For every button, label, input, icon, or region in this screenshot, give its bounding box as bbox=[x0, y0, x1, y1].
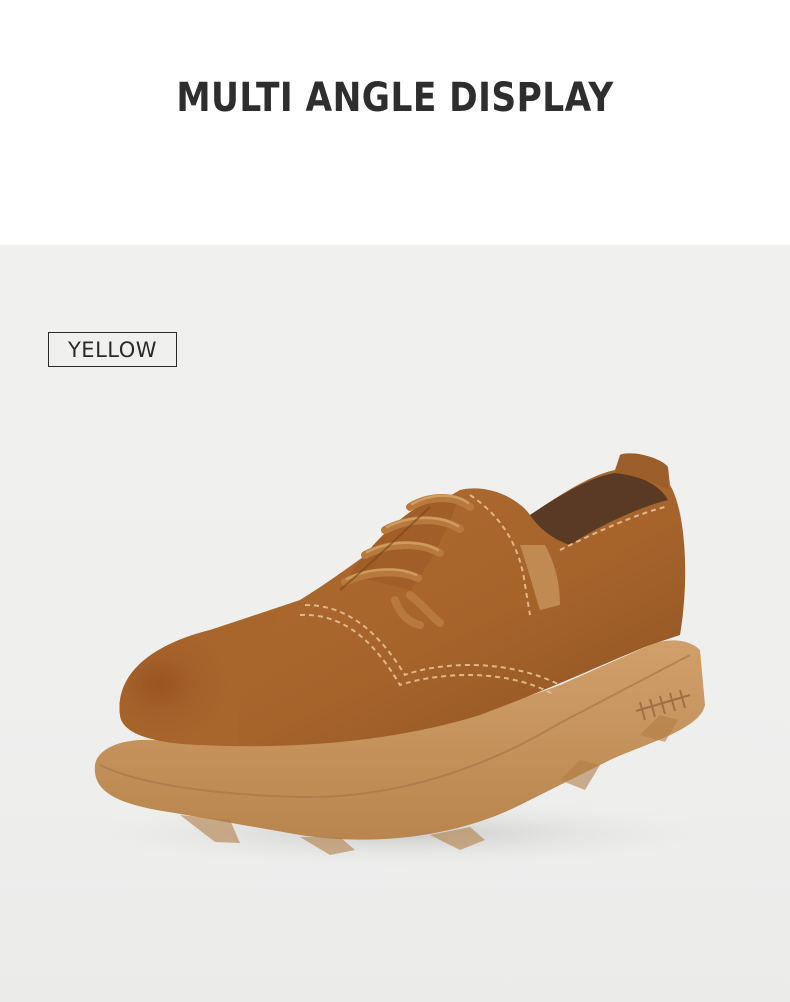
header-section: MULTI ANGLE DISPLAY bbox=[0, 0, 790, 245]
section-title: MULTI ANGLE DISPLAY bbox=[176, 75, 614, 121]
color-label: YELLOW bbox=[48, 332, 177, 367]
product-page: MULTI ANGLE DISPLAY YELLOW bbox=[0, 0, 790, 1002]
product-photo-panel: YELLOW bbox=[0, 245, 790, 1002]
